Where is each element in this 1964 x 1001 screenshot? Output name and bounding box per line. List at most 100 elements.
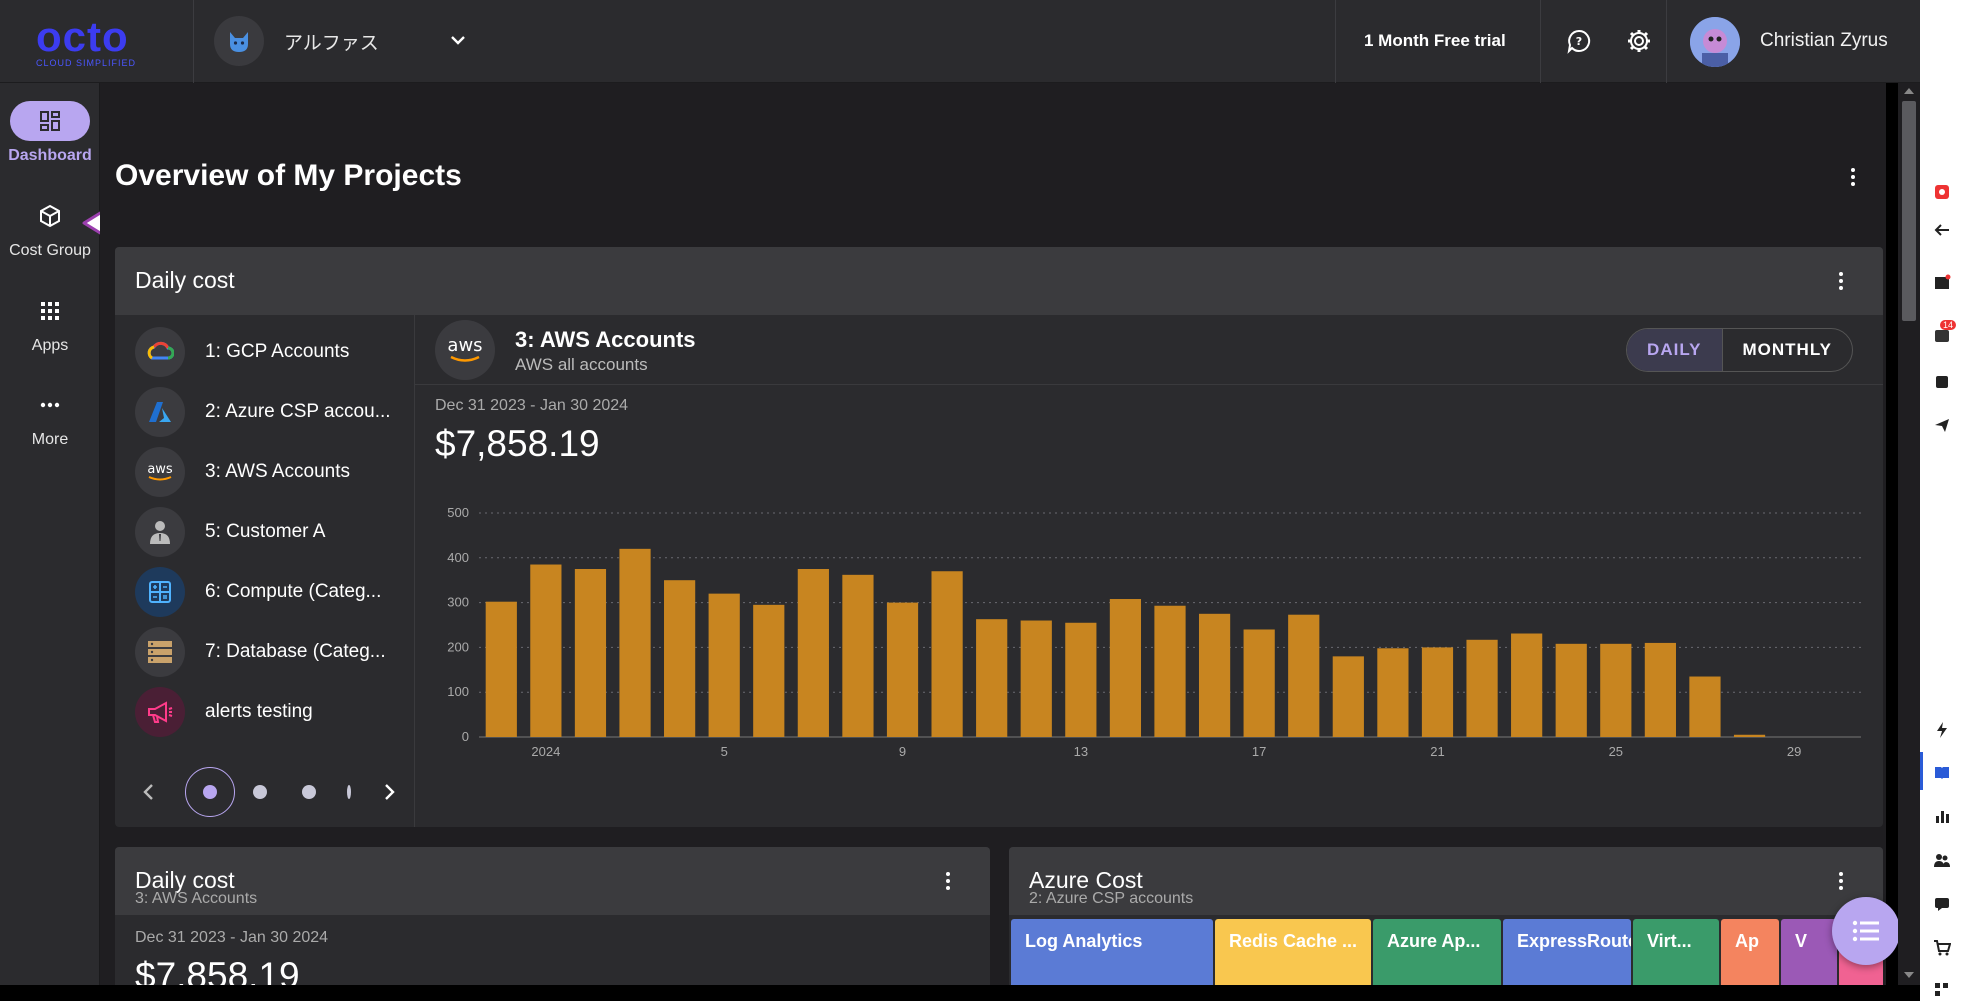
chart-bar[interactable]: [1154, 605, 1186, 737]
chart-bar[interactable]: [976, 619, 1008, 737]
page-dot-active[interactable]: [185, 767, 235, 817]
card-menu-icon[interactable]: [1829, 869, 1853, 893]
dashboard-icon: [40, 111, 60, 131]
chart-bar[interactable]: [1466, 639, 1498, 737]
extension-icon[interactable]: 14: [1932, 320, 1957, 346]
scroll-down-icon[interactable]: [1903, 971, 1915, 979]
lightning-icon[interactable]: [1932, 720, 1952, 740]
page-dot[interactable]: [302, 785, 316, 799]
help-chat-icon[interactable]: ?: [1564, 26, 1594, 56]
chart-bar[interactable]: [1644, 642, 1676, 737]
left-nav: Dashboard Cost Group Apps More: [0, 83, 162, 1001]
cat-icon: [230, 32, 248, 52]
org-avatar[interactable]: [214, 16, 264, 66]
chart-bar[interactable]: [1288, 614, 1320, 737]
extension-icon[interactable]: [1932, 182, 1952, 202]
chart-bar[interactable]: [1689, 676, 1721, 737]
cube-icon: [40, 204, 60, 228]
apps-icon[interactable]: [1932, 980, 1952, 1000]
chevron-right-icon[interactable]: [379, 782, 399, 802]
calculator-icon: [135, 567, 185, 617]
project-item-compute[interactable]: 6: Compute (Categ...: [135, 567, 381, 617]
chart-bar[interactable]: [1555, 643, 1587, 737]
cart-icon[interactable]: [1932, 938, 1952, 958]
page-dot[interactable]: [253, 785, 267, 799]
chevron-down-icon[interactable]: [448, 30, 468, 55]
chart-bar[interactable]: [574, 569, 607, 737]
chart-bar[interactable]: [1332, 656, 1364, 737]
chart-bar[interactable]: [485, 601, 517, 737]
chart-bar[interactable]: [530, 564, 562, 737]
arrow-left-icon[interactable]: [1932, 220, 1952, 240]
nav-pill: [10, 385, 90, 425]
project-item-customer-a[interactable]: 5: Customer A: [135, 507, 325, 557]
gear-icon[interactable]: [1624, 26, 1654, 56]
toggle-monthly[interactable]: MONTHLY: [1723, 329, 1853, 371]
nav-label: Dashboard: [8, 147, 92, 164]
treemap-cell[interactable]: V: [1781, 919, 1837, 985]
project-item-database[interactable]: 7: Database (Categ...: [135, 627, 386, 677]
chart-header: aws 3: AWS Accounts AWS all accounts DAI…: [415, 315, 1883, 385]
treemap-cell[interactable]: ExpressRoute: [1503, 919, 1631, 985]
chart-bar[interactable]: [664, 580, 696, 737]
chart-bar[interactable]: [619, 548, 651, 737]
nav-item-more[interactable]: More: [0, 385, 100, 449]
chart-bar[interactable]: [1511, 633, 1543, 737]
treemap-cell[interactable]: Log Analytics: [1011, 919, 1213, 985]
project-item-gcp[interactable]: 1: GCP Accounts: [135, 327, 349, 377]
project-item-azure[interactable]: 2: Azure CSP accou...: [135, 387, 391, 437]
message-icon[interactable]: [1932, 894, 1952, 914]
main-scrollbar[interactable]: [1898, 83, 1920, 985]
chart-bar[interactable]: [1198, 613, 1231, 737]
avatar[interactable]: [1690, 17, 1740, 67]
bar-chart-icon[interactable]: [1932, 806, 1952, 826]
chart-bar[interactable]: [1109, 599, 1142, 737]
user-name[interactable]: Christian Zyrus: [1760, 30, 1888, 52]
extension-icon[interactable]: [1932, 273, 1952, 293]
chart-bar[interactable]: [1377, 648, 1409, 737]
page-menu-icon[interactable]: [1841, 165, 1865, 189]
aws-icon: aws: [135, 447, 185, 497]
card-menu-icon[interactable]: [936, 869, 960, 893]
page-dot[interactable]: [347, 785, 351, 799]
chart-bar[interactable]: [931, 571, 963, 737]
card-subtitle: 3: AWS Accounts: [135, 890, 258, 907]
chart-bar[interactable]: [708, 593, 740, 737]
chevron-left-icon[interactable]: [139, 782, 159, 802]
chart-bar[interactable]: [1020, 620, 1052, 737]
toggle-daily[interactable]: DAILY: [1627, 329, 1723, 371]
scroll-up-icon[interactable]: [1903, 87, 1915, 95]
send-icon[interactable]: [1932, 415, 1952, 435]
chart-bar[interactable]: [797, 569, 829, 737]
chart-bar[interactable]: [1421, 647, 1454, 737]
book-icon[interactable]: [1932, 762, 1952, 782]
page-title: Overview of My Projects: [115, 159, 462, 192]
project-item-aws[interactable]: aws 3: AWS Accounts: [135, 447, 350, 497]
nav-item-apps[interactable]: Apps: [0, 291, 100, 355]
chart-bar[interactable]: [1243, 629, 1275, 737]
octo-logo[interactable]: octo CLOUD SIMPLIFIED: [36, 16, 158, 69]
chart-bar[interactable]: [842, 574, 874, 737]
treemap-cell[interactable]: Azure Ap...: [1373, 919, 1501, 985]
chart-bar[interactable]: [886, 602, 919, 737]
extension-icon[interactable]: [1932, 372, 1952, 392]
list-fab-button[interactable]: [1832, 897, 1900, 965]
people-icon[interactable]: [1932, 850, 1952, 870]
chart-bar[interactable]: [1065, 622, 1097, 737]
treemap-cell[interactable]: Redis Cache ...: [1215, 919, 1371, 985]
project-item-alerts[interactable]: alerts testing: [135, 687, 313, 737]
scroll-thumb[interactable]: [1902, 101, 1916, 321]
selected-project-subtitle: AWS all accounts: [515, 355, 648, 374]
chart-bar[interactable]: [1733, 734, 1766, 737]
chart-bar[interactable]: [753, 604, 785, 737]
org-name[interactable]: アルファス: [284, 28, 379, 55]
svg-text:?: ?: [1576, 35, 1582, 48]
chart-bar[interactable]: [1600, 643, 1632, 737]
card-menu-icon[interactable]: [1829, 269, 1853, 293]
treemap-cell[interactable]: Ap: [1721, 919, 1779, 985]
gcp-icon: [135, 327, 185, 377]
nav-item-dashboard[interactable]: Dashboard: [0, 101, 100, 165]
treemap-cell[interactable]: Virt...: [1633, 919, 1719, 985]
y-tick-label: 300: [447, 595, 469, 610]
free-trial-link[interactable]: 1 Month Free trial: [1364, 31, 1506, 51]
